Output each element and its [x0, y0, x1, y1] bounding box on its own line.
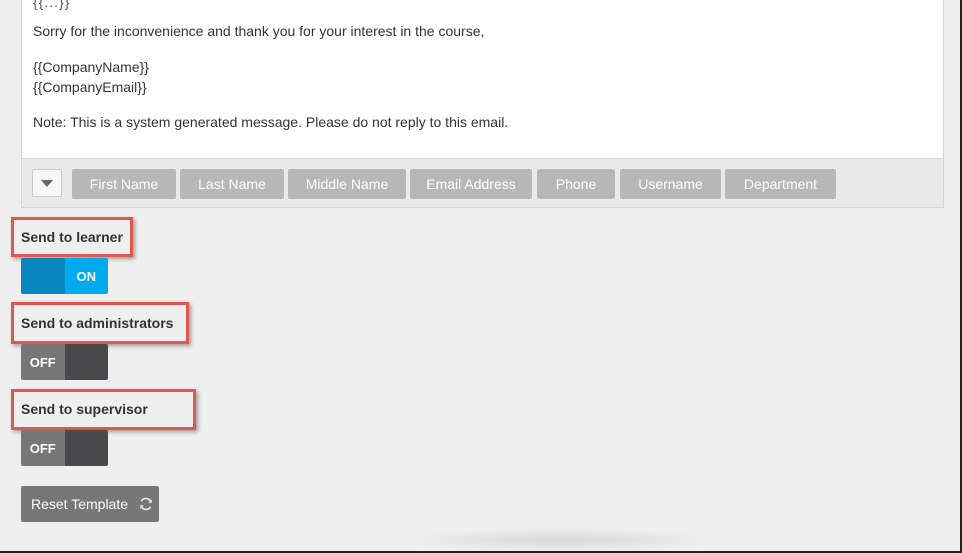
body-line-apology: Sorry for the inconvenience and thank yo…	[33, 23, 485, 39]
toggle-knob	[64, 430, 108, 466]
send-to-administrators-label: Send to administrators	[21, 315, 174, 331]
toggle-state-off: OFF	[21, 344, 65, 380]
toggle-state-off: OFF	[21, 430, 65, 466]
send-to-learner-label: Send to learner	[21, 229, 123, 245]
company-name-placeholder: {{CompanyName}}	[33, 59, 149, 75]
tag-middle-name[interactable]: Middle Name	[288, 169, 406, 199]
reset-template-label: Reset Template	[31, 496, 129, 512]
email-body-editor[interactable]: {{...}} Sorry for the inconvenience and …	[22, 0, 943, 159]
tag-email-address[interactable]: Email Address	[410, 169, 532, 199]
toggle-state-on: ON	[64, 258, 108, 294]
send-to-learner-toggle[interactable]: ON	[21, 258, 108, 294]
send-to-administrators-toggle[interactable]: OFF	[21, 344, 108, 380]
scroll-shadow	[400, 528, 720, 552]
system-note: Note: This is a system generated message…	[33, 114, 509, 130]
placeholder-dropdown-button[interactable]	[32, 169, 62, 197]
placeholder-toolbar: First Name Last Name Middle Name Email A…	[22, 159, 943, 207]
toggle-knob	[21, 258, 65, 294]
tag-phone[interactable]: Phone	[537, 169, 615, 199]
clipped-placeholder-line: {{...}}	[33, 0, 71, 10]
tag-username[interactable]: Username	[620, 169, 721, 199]
tag-last-name[interactable]: Last Name	[180, 169, 284, 199]
chevron-down-icon	[41, 179, 53, 187]
send-to-supervisor-label: Send to supervisor	[21, 401, 148, 417]
tag-first-name[interactable]: First Name	[72, 169, 176, 199]
reset-template-button[interactable]: Reset Template	[21, 486, 159, 522]
toggle-knob	[64, 344, 108, 380]
tag-department[interactable]: Department	[725, 169, 836, 199]
refresh-icon	[140, 497, 152, 511]
email-template-editor: {{...}} Sorry for the inconvenience and …	[21, 0, 944, 208]
company-email-placeholder: {{CompanyEmail}}	[33, 79, 147, 95]
send-to-supervisor-toggle[interactable]: OFF	[21, 430, 108, 466]
